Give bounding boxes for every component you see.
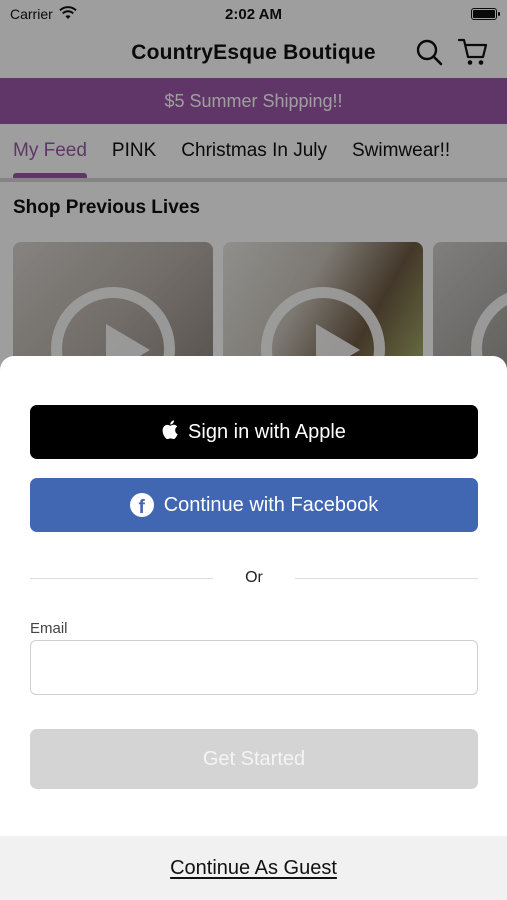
facebook-button-label: Continue with Facebook	[163, 493, 379, 516]
sign-in-sheet: Sign in with Apple f Continue with Faceb…	[0, 356, 507, 900]
email-label: Email	[30, 620, 68, 637]
email-field[interactable]	[30, 640, 478, 695]
get-started-button[interactable]: Get Started	[30, 729, 478, 789]
continue-as-guest-link[interactable]: Continue As Guest	[170, 857, 337, 880]
sign-in-with-apple-button[interactable]: Sign in with Apple	[30, 405, 478, 459]
facebook-icon: f	[129, 493, 154, 517]
divider-line	[30, 577, 214, 579]
continue-with-facebook-button[interactable]: f Continue with Facebook	[30, 478, 478, 532]
apple-icon	[162, 419, 178, 445]
or-divider: Or	[30, 567, 478, 589]
apple-button-label: Sign in with Apple	[188, 420, 346, 443]
guest-bar: Continue As Guest	[0, 836, 507, 900]
or-label: Or	[245, 569, 263, 586]
divider-line	[294, 577, 478, 579]
